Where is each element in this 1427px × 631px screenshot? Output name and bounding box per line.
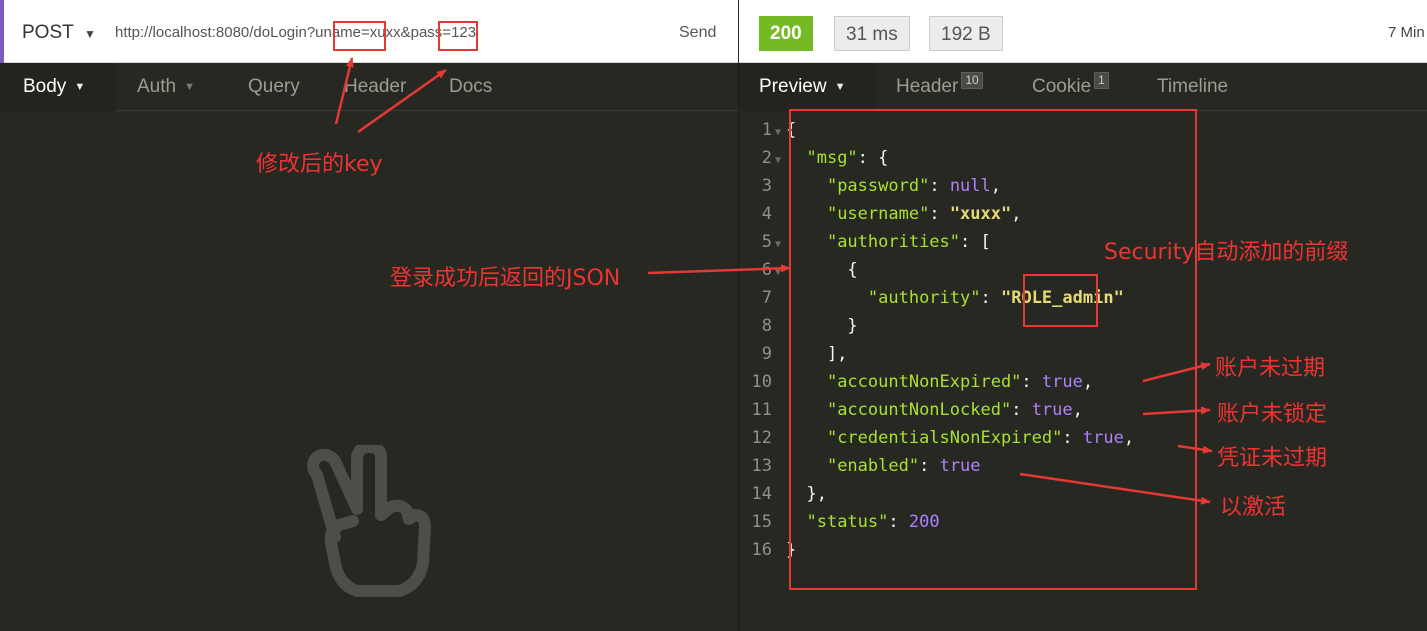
- method-selector[interactable]: POST: [22, 22, 74, 44]
- code-line: 16 }: [751, 540, 797, 560]
- annotation-box-uname: [333, 21, 386, 51]
- fold-arrow-icon[interactable]: ▼: [772, 259, 786, 287]
- annotation-credentials-not-expired: 凭证未过期: [1217, 446, 1328, 471]
- status-badge: 200: [759, 16, 813, 51]
- tab-auth[interactable]: Auth ▼: [137, 63, 195, 111]
- tab-timeline[interactable]: Timeline: [1157, 63, 1228, 111]
- annotation-enabled: 以激活: [1220, 495, 1287, 520]
- annotation-security-prefix: Security自动添加的前缀: [1104, 240, 1349, 265]
- response-age: 7 Min: [1388, 24, 1425, 41]
- header-count-badge: 10: [961, 72, 983, 89]
- response-bar: 200 31 ms 192 B 7 Min: [739, 0, 1427, 63]
- tab-response-header[interactable]: Header 10: [896, 63, 983, 111]
- tab-body[interactable]: Body ▼: [0, 63, 116, 111]
- tab-header[interactable]: Header: [344, 63, 406, 111]
- peace-hand-icon: [307, 445, 431, 597]
- code-line: 1 ▼{: [740, 116, 797, 147]
- annotation-login-json: 登录成功后返回的JSON: [390, 266, 621, 291]
- tab-cookie[interactable]: Cookie 1: [1032, 63, 1109, 111]
- caret-down-icon: ▼: [184, 81, 195, 93]
- annotation-account-not-expired: 账户未过期: [1215, 356, 1326, 381]
- caret-down-icon[interactable]: ▼: [84, 27, 96, 41]
- cookie-count-badge: 1: [1094, 72, 1109, 89]
- caret-down-icon: ▼: [74, 81, 86, 93]
- response-size-badge: 192 B: [929, 16, 1003, 51]
- request-accent-strip: [0, 0, 4, 63]
- fold-arrow-icon[interactable]: ▼: [772, 231, 786, 259]
- caret-down-icon: ▼: [834, 81, 846, 93]
- tab-docs[interactable]: Docs: [449, 63, 492, 111]
- fold-arrow-icon[interactable]: ▼: [772, 119, 786, 147]
- url-input[interactable]: http://localhost:8080/doLogin?uname=xuxx…: [115, 24, 476, 41]
- response-time-badge: 31 ms: [834, 16, 910, 51]
- annotation-box-pass: [438, 21, 478, 51]
- tab-query[interactable]: Query: [248, 63, 300, 111]
- annotation-account-not-locked: 账户未锁定: [1217, 402, 1328, 427]
- annotation-box-role-prefix: [1023, 274, 1098, 327]
- annotation-box-json: [789, 109, 1197, 590]
- tab-preview[interactable]: Preview ▼: [739, 63, 875, 111]
- fold-arrow-icon[interactable]: ▼: [772, 147, 786, 175]
- annotation-modified-key: 修改后的key: [256, 152, 383, 177]
- send-button[interactable]: Send: [679, 24, 716, 42]
